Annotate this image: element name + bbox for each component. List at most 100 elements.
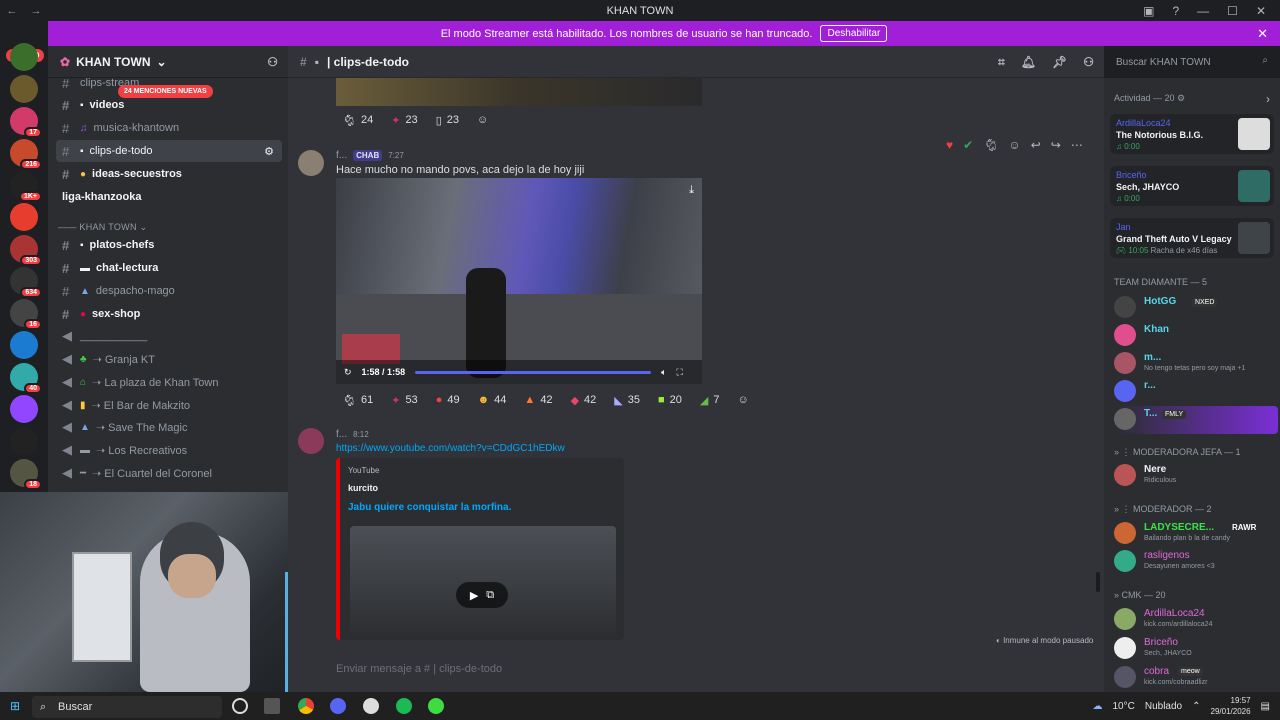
discord-icon[interactable] (330, 698, 346, 714)
member[interactable]: Briceño Sech, JHAYCO (1114, 635, 1278, 663)
scrollbar[interactable] (1096, 572, 1100, 592)
activity-card[interactable]: ArdillaLoca24 The Notorious B.I.G. ♫ 0:0… (1110, 114, 1274, 154)
cortana-icon[interactable] (232, 698, 248, 714)
member[interactable]: LADYSECRE... RAWR Bailando plan b la de ca… (1114, 520, 1278, 548)
chevron-right-icon[interactable]: › (1266, 92, 1270, 106)
member[interactable]: ArdillaLoca24 kick.com/ardillaloca24 (1114, 606, 1278, 634)
clock[interactable]: 19:57 29/01/2026 (1211, 695, 1251, 717)
help-icon[interactable]: ? (1172, 4, 1179, 18)
goat-icon[interactable]: 🐐︎ (983, 138, 998, 152)
add-reaction-icon[interactable]: ☺ (1008, 138, 1020, 152)
reaction[interactable]: ◣ 35 (608, 391, 646, 409)
download-icon[interactable]: ⤓ (689, 184, 694, 197)
channel-item[interactable]: # ▲ despacho-mago (56, 280, 282, 302)
reply-icon[interactable]: ↩ (1031, 138, 1041, 152)
disable-button[interactable]: Deshabilitar (820, 25, 888, 42)
server-icon[interactable]: 303 (10, 235, 42, 266)
channel-item[interactable]: # ▬ chat-lectura (56, 257, 282, 279)
chevron-up-icon[interactable]: ⌃ (1192, 701, 1200, 712)
category-header[interactable]: —— KHAN TOWN ⌄ (58, 222, 147, 233)
embed-author[interactable]: kurcito (348, 483, 378, 493)
server-icon[interactable]: 634 (10, 267, 42, 298)
server-icon[interactable] (10, 427, 38, 455)
close-icon[interactable]: ✕ (1257, 26, 1268, 42)
server-icon[interactable]: 17 (10, 107, 42, 138)
threads-icon[interactable]: ⌗ (998, 55, 1005, 70)
reaction[interactable]: ▲ 42 (518, 391, 558, 409)
progress-bar[interactable] (415, 370, 652, 374)
play-button[interactable]: ▶ ⧉ (456, 582, 508, 608)
reaction[interactable]: ▯ 23 (430, 111, 465, 129)
channel-item[interactable]: # ▪ platos-chefs (56, 234, 282, 256)
avatar[interactable] (298, 428, 324, 454)
message-link[interactable]: https://www.youtube.com/watch?v=CDdGC1hE… (336, 443, 565, 454)
server-icon[interactable]: 16 (10, 299, 42, 330)
taskbar-search[interactable]: ⌕ Buscar (32, 696, 222, 718)
reaction[interactable]: ◢ 7 (694, 391, 726, 409)
server-icon[interactable]: 40 (10, 363, 42, 394)
member[interactable]: cobra meow kick.com/cobraadlizr (1114, 664, 1278, 692)
avatar[interactable] (298, 150, 324, 176)
server-icon[interactable] (10, 331, 38, 359)
member[interactable]: Khan (1114, 322, 1278, 350)
member[interactable]: T... FMLY (1114, 406, 1278, 434)
maximize-icon[interactable]: ☐ (1227, 4, 1238, 18)
twitch-server-icon[interactable] (10, 395, 38, 423)
member[interactable]: rasligenos Desayunen amores <3 (1114, 548, 1278, 576)
windows-start-icon[interactable]: ⊞ (10, 699, 20, 713)
heart-icon[interactable]: ♥ (946, 138, 953, 152)
mentions-pill[interactable]: 24 MENCIONES NUEVAS (118, 85, 213, 98)
add-reaction-icon[interactable]: ☺ (471, 111, 494, 129)
replay-icon[interactable]: ↻ (344, 367, 352, 378)
voice-channel[interactable]: ◀ ⌂ ➝ La plaza de Khan Town (56, 371, 282, 393)
server-icon[interactable] (10, 43, 38, 71)
channel-item[interactable]: # ♫ musica-khantown (56, 117, 282, 139)
reaction[interactable]: ✦ 23 (385, 111, 423, 129)
member[interactable]: Nere Ridiculous (1114, 462, 1278, 490)
voice-channel[interactable]: ◀ ▮ ➝ El Bar de Makzito (56, 394, 282, 416)
activity-card[interactable]: Jan Grand Theft Auto V Legacy 🎮︎ 10:05 R… (1110, 218, 1274, 258)
activity-card[interactable]: Briceño Sech, JHAYCO ♫ 0:00 (1110, 166, 1274, 206)
server-icon[interactable] (10, 203, 38, 231)
invite-icon[interactable]: ⚇ (267, 55, 278, 69)
member[interactable]: HotGG NXED (1114, 294, 1278, 322)
more-icon[interactable]: ⋯ (1071, 138, 1083, 152)
voice-channel[interactable]: ◀ ♣ ➝ Granja KT (56, 348, 282, 370)
server-icon[interactable]: 18 (10, 459, 42, 490)
server-icon[interactable]: 1K+ (10, 171, 42, 202)
chrome-icon[interactable] (298, 698, 314, 714)
pin-icon[interactable]: 📌︎ (1052, 55, 1067, 69)
notification-icon[interactable]: ▤ (1261, 701, 1270, 712)
previous-video-thumbnail[interactable] (336, 78, 702, 106)
fullscreen-icon[interactable]: ⛶ (676, 367, 682, 378)
channel-item[interactable]: # ● sex-shop (56, 303, 282, 325)
spotify-icon[interactable] (396, 698, 412, 714)
reaction[interactable]: 🐐︎ 61 (336, 391, 379, 409)
message-input[interactable]: Enviar mensaje a # | clips-de-todo (336, 656, 1096, 682)
author-name[interactable]: f... (336, 429, 347, 440)
reaction[interactable]: ✦ 53 (385, 391, 423, 409)
task-view-icon[interactable] (264, 698, 280, 714)
obs-icon[interactable] (363, 698, 379, 714)
embed-title[interactable]: Jabu quiere conquistar la morfina. (348, 502, 511, 513)
member[interactable]: r... (1114, 378, 1278, 406)
reaction[interactable]: ● 49 (430, 391, 466, 409)
check-icon[interactable]: ✔ (963, 138, 973, 152)
bell-icon[interactable]: 🔔︎ (1021, 55, 1036, 69)
voice-channel[interactable]: ◀ ▬ ➝ Los Recreativos (56, 439, 282, 461)
reaction[interactable]: ☻ 44 (472, 391, 513, 409)
channel-item[interactable]: liga-khanzooka (56, 186, 282, 208)
search-input[interactable]: Buscar KHAN TOWN ⌕ (1110, 51, 1274, 73)
server-icon[interactable]: 216 (10, 139, 42, 170)
channel-item-active[interactable]: # ▪ clips-de-todo ⚙ (56, 140, 282, 162)
add-reaction-icon[interactable]: ☺ (732, 391, 755, 409)
app-icon[interactable] (428, 698, 444, 714)
author-name[interactable]: f... (336, 150, 347, 161)
reaction[interactable]: ■ 20 (652, 391, 688, 409)
members-icon[interactable]: ⚇ (1083, 55, 1094, 69)
settings-icon[interactable]: ⚙ (264, 145, 274, 158)
close-window-icon[interactable]: ✕ (1256, 4, 1266, 18)
forward-icon[interactable]: ↪ (1051, 138, 1061, 152)
channel-item[interactable]: # ● ideas-secuestros (56, 163, 282, 185)
minimize-icon[interactable]: — (1197, 4, 1209, 18)
